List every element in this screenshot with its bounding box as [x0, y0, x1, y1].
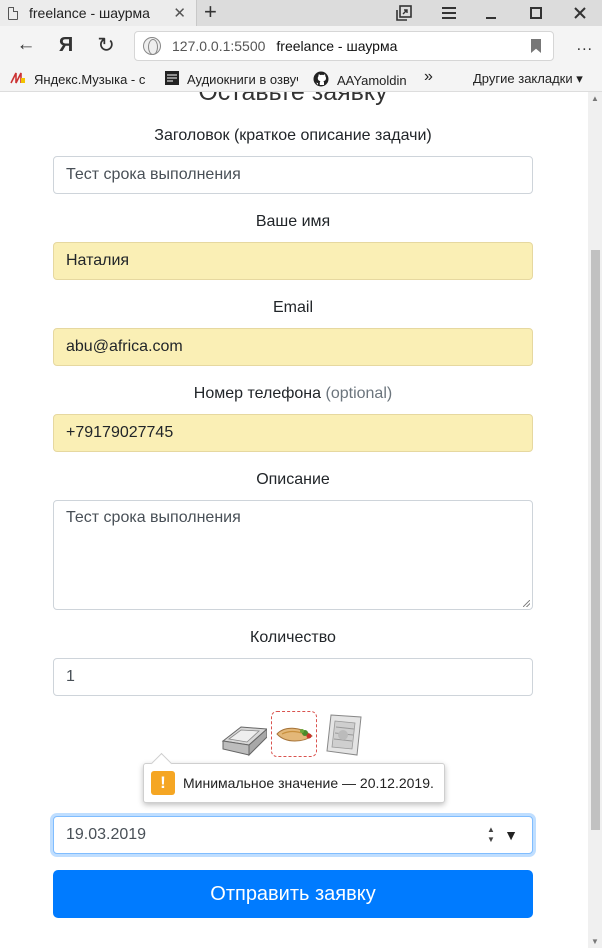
validation-tooltip: ! Минимальное значение — 20.12.2019. [143, 763, 445, 803]
bookmark-item[interactable]: AAYamoldin [313, 71, 423, 90]
yandex-music-icon [10, 71, 26, 88]
maximize-icon[interactable] [524, 0, 548, 26]
address-page-title: freelance - шаурма [276, 38, 398, 54]
bookmark-label: Аудиокниги в озвуч [187, 72, 298, 87]
page-viewport: Оставьте заявку Заголовок (краткое описа… [0, 92, 602, 948]
date-spinner[interactable]: ▲ ▼ [486, 825, 496, 845]
close-tab-icon[interactable]: ✕ [173, 4, 186, 22]
window-switch-icon[interactable] [392, 0, 416, 26]
bookmark-item[interactable]: Аудиокниги в озвуч [165, 71, 298, 88]
url-text: 127.0.0.1:5500 [172, 38, 266, 54]
scroll-down-icon[interactable]: ▼ [590, 937, 600, 946]
phone-input[interactable]: +79179027745 [53, 414, 533, 452]
name-input[interactable]: Наталия [53, 242, 533, 280]
description-text: Тест срока выполнения [66, 509, 241, 526]
phone-label-text: Номер телефона [193, 385, 322, 402]
phone-label: Номер телефона (optional) [53, 385, 533, 403]
deadline-date-input[interactable]: 19.03.2019 ▲ ▼ ▼ [53, 816, 533, 854]
audiobooks-icon [165, 71, 179, 88]
product-picker [221, 711, 366, 761]
warning-icon: ! [151, 771, 175, 795]
more-bookmarks-button[interactable]: » [424, 68, 433, 86]
globe-icon [143, 37, 161, 55]
yandex-button[interactable]: Я [54, 33, 78, 57]
address-bar: ← Я ↻ 127.0.0.1:5500 freelance - шаурма … [0, 26, 602, 66]
bookmark-icon[interactable] [531, 39, 541, 53]
container-icon[interactable] [221, 711, 269, 757]
shawarma-icon[interactable] [271, 711, 317, 757]
new-tab-button[interactable]: + [204, 0, 217, 26]
bookmark-label: AAYamoldin [337, 73, 407, 88]
calendar-dropdown-icon[interactable]: ▼ [504, 817, 518, 853]
name-label: Ваше имя [255, 213, 331, 230]
title-label: Заголовок (краткое описание задачи) [154, 127, 432, 144]
email-input[interactable]: abu@africa.com [53, 328, 533, 366]
document-icon [8, 6, 18, 20]
tab-bar: freelance - шаурма ✕ + [0, 0, 602, 26]
scroll-up-icon[interactable]: ▲ [590, 94, 600, 103]
tab-title: freelance - шаурма [29, 5, 150, 21]
page-scrollbar[interactable]: ▲ ▼ [588, 92, 602, 948]
other-bookmarks-button[interactable]: Другие закладки ▾ [473, 71, 583, 87]
quantity-input[interactable]: 1 [53, 658, 533, 696]
validation-message: Минимальное значение — 20.12.2019. [183, 775, 434, 791]
tab-freelance[interactable]: freelance - шаурма ✕ [0, 0, 197, 26]
foil-wrap-icon[interactable] [321, 711, 367, 757]
back-button[interactable]: ← [14, 33, 38, 57]
more-menu-button[interactable]: ... [577, 37, 593, 55]
page-title: Оставьте заявку [198, 92, 388, 106]
title-input[interactable]: Тест срока выполнения [53, 156, 533, 194]
scroll-thumb[interactable] [591, 250, 600, 830]
email-label: Email [272, 299, 313, 316]
quantity-label: Количество [250, 629, 336, 646]
resize-handle-icon[interactable] [523, 600, 530, 607]
hamburger-menu-icon[interactable] [437, 0, 461, 26]
description-label: Описание [256, 471, 330, 488]
github-icon [313, 71, 329, 90]
date-value: 19.03.2019 [66, 826, 147, 843]
bookmark-item[interactable]: Яндекс.Музыка - с [10, 71, 146, 88]
close-window-icon[interactable] [568, 0, 592, 26]
bookmarks-bar: Яндекс.Музыка - с Аудиокниги в озвуч AAY… [0, 66, 602, 92]
reload-button[interactable]: ↻ [94, 33, 118, 57]
bookmark-label: Яндекс.Музыка - с [34, 72, 146, 87]
submit-button[interactable]: Отправить заявку [53, 870, 533, 918]
description-textarea[interactable]: Тест срока выполнения [53, 500, 533, 610]
phone-optional-hint: (optional) [325, 385, 393, 402]
minimize-icon[interactable] [479, 0, 503, 26]
url-field[interactable]: 127.0.0.1:5500 freelance - шаурма [134, 31, 554, 61]
